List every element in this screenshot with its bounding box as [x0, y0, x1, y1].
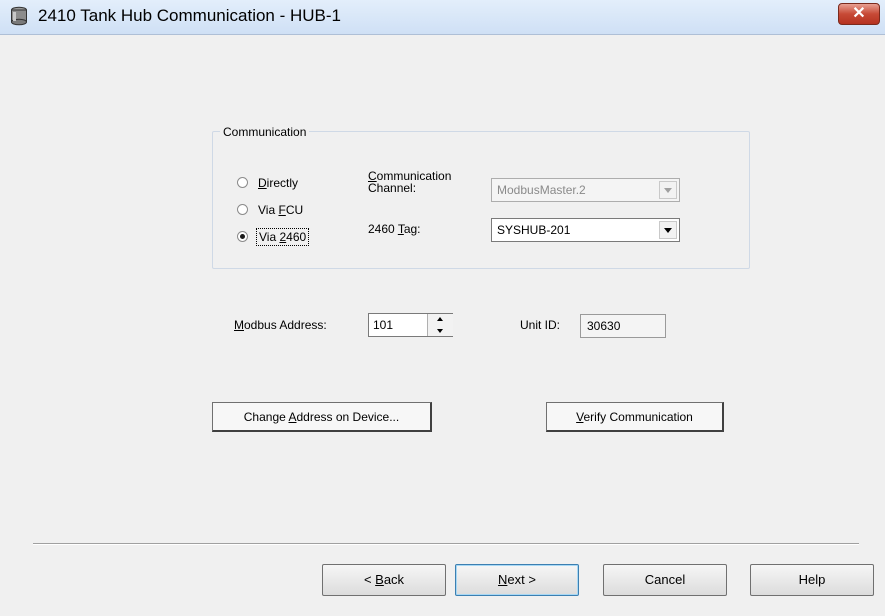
change-address-button[interactable]: Change Address on Device...: [212, 402, 432, 432]
next-button[interactable]: Next >: [455, 564, 579, 596]
modbus-address-label: Modbus Address:: [234, 318, 327, 332]
radio-directly[interactable]: [237, 177, 248, 188]
unit-id-field: 30630: [580, 314, 666, 338]
chevron-down-icon: [664, 188, 672, 193]
radio-via-2460[interactable]: [237, 231, 248, 242]
back-button[interactable]: < Back: [322, 564, 446, 596]
unit-id-value: 30630: [587, 319, 621, 333]
cancel-button[interactable]: Cancel: [603, 564, 727, 596]
tag-select[interactable]: SYSHUB-201: [491, 218, 680, 242]
tag-label: 2460 Tag:: [368, 222, 421, 236]
close-icon: ✕: [852, 5, 866, 22]
radio-via-2460-label[interactable]: Via 2460: [256, 228, 310, 246]
tag-dropdown-button[interactable]: [659, 221, 677, 239]
separator: [33, 543, 859, 545]
radio-directly-label[interactable]: Directly: [258, 176, 298, 190]
tank-icon: [11, 6, 27, 26]
spin-down-button[interactable]: [427, 325, 453, 336]
communication-group-label: Communication: [220, 125, 310, 139]
radio-via-fcu[interactable]: [237, 204, 248, 215]
tag-select-value: SYSHUB-201: [497, 223, 571, 237]
verify-communication-button[interactable]: Verify Communication: [546, 402, 724, 432]
window-title: 2410 Tank Hub Communication - HUB-1: [38, 6, 341, 25]
help-button[interactable]: Help: [750, 564, 874, 596]
unit-id-label: Unit ID:: [520, 318, 561, 332]
channel-dropdown-button[interactable]: [659, 181, 677, 199]
radio-via-fcu-label[interactable]: Via FCU: [258, 203, 303, 217]
modbus-address-field[interactable]: 101: [368, 313, 453, 337]
channel-select[interactable]: ModbusMaster.2: [491, 178, 680, 202]
channel-select-value: ModbusMaster.2: [497, 183, 586, 197]
arrow-up-icon: [437, 317, 443, 321]
modbus-address-value: 101: [373, 318, 394, 332]
close-button[interactable]: ✕: [838, 3, 880, 25]
chevron-down-icon: [664, 228, 672, 233]
radio-selected-dot: [240, 234, 245, 239]
arrow-down-icon: [437, 329, 443, 333]
channel-label: Communication Channel:: [368, 169, 452, 195]
